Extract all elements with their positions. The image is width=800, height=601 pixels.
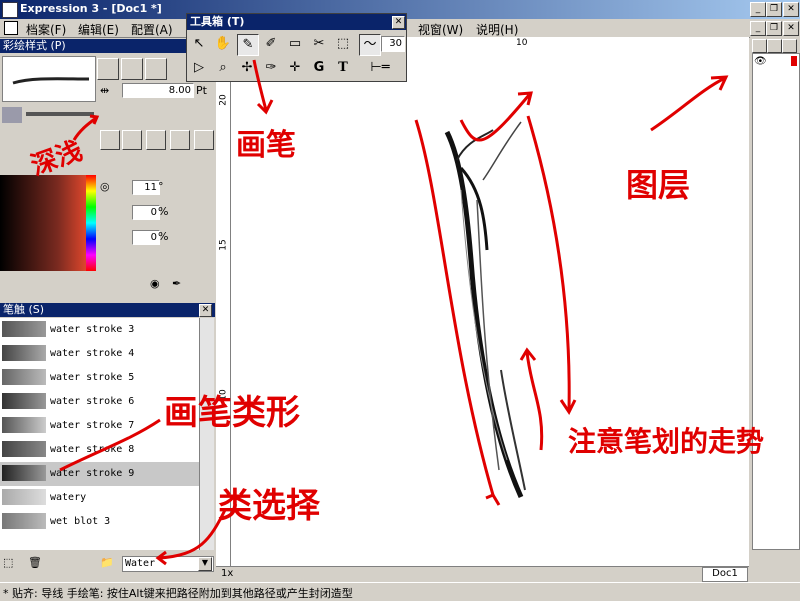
status-bar: * 贴齐: 导线 手绘笔: 按住Alt键来把路径附加到其他路径或产生封闭造型 [0,582,800,601]
status-text: * 贴齐: 导线 手绘笔: 按住Alt键来把路径附加到其他路径或产生封闭造型 [3,587,353,600]
annotation-arrows [59,59,274,566]
